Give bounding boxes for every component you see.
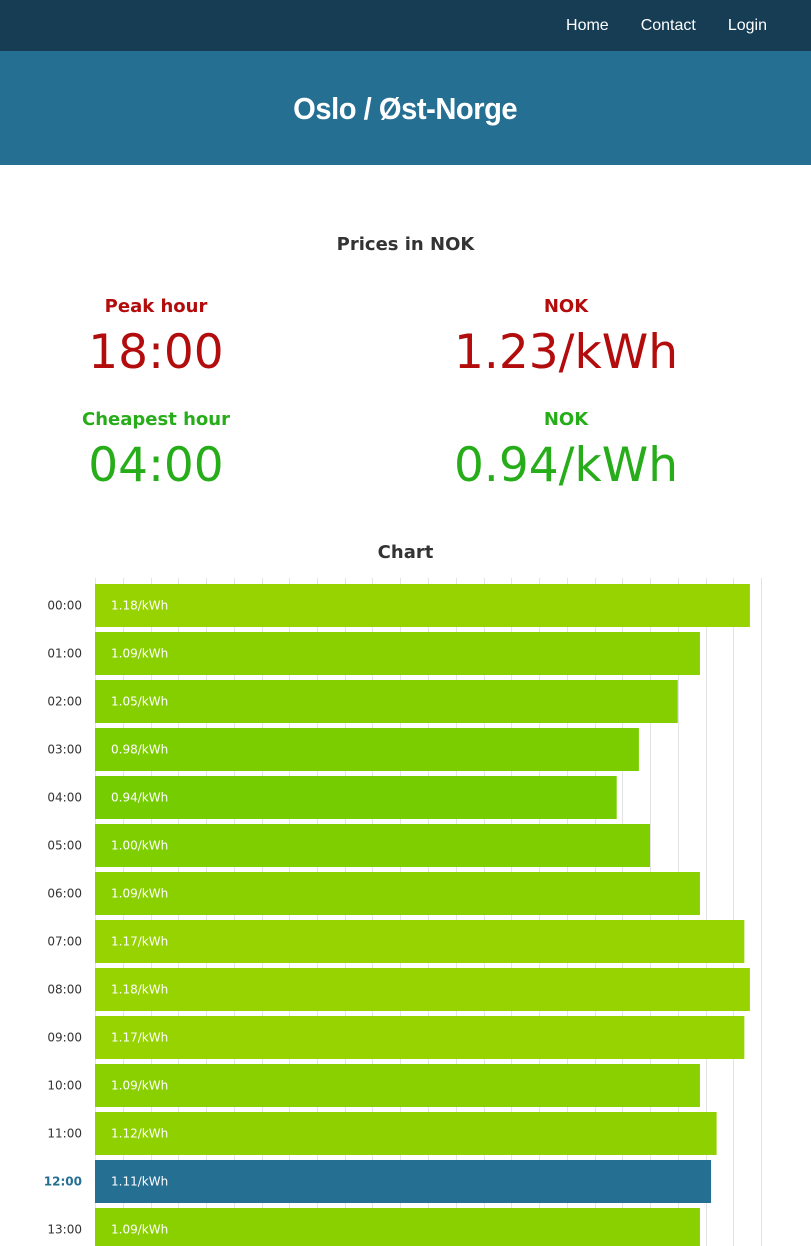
nav-login-link[interactable]: Login [728, 17, 767, 35]
hour-tick-label: 07:00 [47, 935, 82, 949]
prices-heading: Prices in NOK [336, 234, 475, 255]
bar-1100 [95, 1112, 717, 1155]
bar-value-label: 1.17/kWh [111, 1031, 168, 1045]
bar-0100 [95, 632, 700, 675]
bar-0800 [95, 968, 750, 1011]
bar-value-label: 1.09/kWh [111, 1223, 168, 1237]
peak-price-stat: NOK 1.23/kWh [416, 296, 716, 376]
cheapest-price-value: 0.94/kWh [454, 438, 678, 493]
peak-hour-label: Peak hour [104, 296, 208, 317]
cheapest-hour-stat: Cheapest hour 04:00 [56, 409, 256, 489]
peak-hour-stat: Peak hour 18:00 [56, 296, 256, 376]
bar-0700 [95, 920, 745, 963]
chart-heading: Chart [377, 542, 434, 563]
bar-value-label: 1.09/kWh [111, 1079, 168, 1093]
hour-tick-label: 08:00 [47, 983, 82, 997]
cheapest-hour-label: Cheapest hour [82, 409, 230, 430]
bar-value-label: 1.12/kWh [111, 1127, 168, 1141]
bar-0000 [95, 584, 750, 627]
cheapest-price-stat: NOK 0.94/kWh [416, 409, 716, 489]
hour-tick-label: 10:00 [47, 1079, 82, 1093]
hour-tick-label: 09:00 [47, 1031, 82, 1045]
bar-value-label: 1.09/kWh [111, 887, 168, 901]
bar-value-label: 1.09/kWh [111, 647, 168, 661]
bar-1000 [95, 1064, 700, 1107]
hero-banner: Oslo / Øst-Norge [0, 51, 811, 165]
page-title: Oslo / Øst-Norge [293, 91, 518, 126]
price-bar-chart: 1.18/kWh 00:00 1.09/kWh 01:00 1.05/kWh 02:00 0… [44, 578, 762, 1246]
bar-value-label: 0.94/kWh [111, 791, 168, 805]
hour-tick-label: 06:00 [47, 887, 82, 901]
bar-0600 [95, 872, 700, 915]
bar-value-label: 1.17/kWh [111, 935, 168, 949]
nav-contact-link[interactable]: Contact [641, 17, 696, 35]
hour-tick-label: 13:00 [47, 1223, 82, 1237]
hour-tick-label: 00:00 [47, 599, 82, 613]
bar-value-label: 1.11/kWh [111, 1175, 168, 1189]
hour-tick-label: 05:00 [47, 839, 82, 853]
bar-1200 [95, 1160, 712, 1203]
hour-tick-label: 04:00 [47, 791, 82, 805]
peak-price-value: 1.23/kWh [454, 325, 678, 380]
bar-0300 [95, 728, 639, 771]
bar-value-label: 1.05/kWh [111, 695, 168, 709]
bar-0900 [95, 1016, 745, 1059]
peak-hour-value: 18:00 [88, 325, 224, 380]
hour-tick-label: 02:00 [47, 695, 82, 709]
bar-value-label: 0.98/kWh [111, 743, 168, 757]
bar-value-label: 1.18/kWh [111, 599, 168, 613]
nav-home-link[interactable]: Home [566, 17, 609, 35]
bar-0500 [95, 824, 650, 867]
hour-tick-label: 11:00 [47, 1127, 82, 1141]
bar-0200 [95, 680, 678, 723]
bar-value-label: 1.00/kWh [111, 839, 168, 853]
top-navbar: Home Contact Login [0, 0, 811, 51]
hour-tick-label: 01:00 [47, 647, 82, 661]
peak-unit-label: NOK [543, 296, 589, 317]
cheapest-hour-value: 04:00 [88, 438, 224, 493]
bar-value-label: 1.18/kWh [111, 983, 168, 997]
hour-tick-label: 03:00 [47, 743, 82, 757]
hour-tick-label: 12:00 [44, 1175, 82, 1189]
cheapest-unit-label: NOK [543, 409, 589, 430]
bar-0400 [95, 776, 617, 819]
bar-1300 [95, 1208, 700, 1246]
